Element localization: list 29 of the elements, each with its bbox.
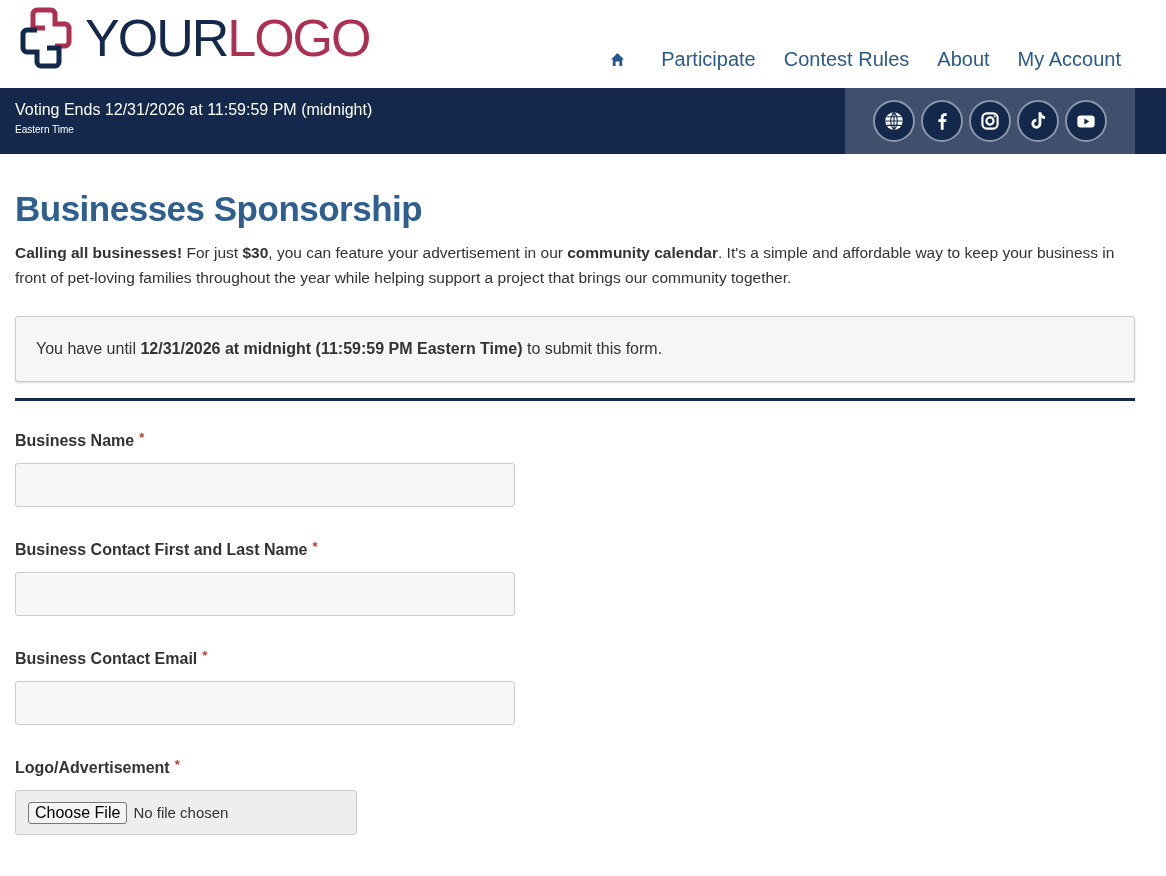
required-mark: * <box>139 431 145 445</box>
facebook-icon[interactable] <box>921 100 963 142</box>
required-mark: * <box>312 540 318 554</box>
file-status: No file chosen <box>133 804 229 821</box>
input-field[interactable] <box>15 681 515 725</box>
page-heading: Businesses Sponsorship <box>15 188 424 230</box>
nav-link[interactable]: About <box>937 46 990 72</box>
field-label: Business Contact First and Last Name <box>15 540 308 560</box>
home-icon[interactable] <box>610 51 626 67</box>
field-label: Business Name <box>15 431 135 451</box>
nav-link[interactable]: Contest Rules <box>783 46 910 72</box>
input-field[interactable] <box>15 572 515 616</box>
choose-file-button[interactable]: Choose File <box>28 801 128 824</box>
tiktok-icon[interactable] <box>1017 100 1059 142</box>
youtube-icon[interactable] <box>1065 100 1107 142</box>
notice-text: You have until 12/31/2026 at midnight (11:59:59 PM Eastern Time) to submit this form. <box>36 340 663 357</box>
intro-paragraph: Calling all businesses! For just $30, you can feature your advertisement in our community calendar. It's a simple and affordable way to keep your business in front of pet-loving families throughout the year while helping support a project that brings our community together. <box>15 243 1116 288</box>
required-mark: * <box>202 649 208 663</box>
timezone-note: Eastern Time <box>15 123 75 137</box>
required-mark: * <box>174 758 180 772</box>
globe-icon[interactable] <box>873 100 915 142</box>
logo[interactable]: YOURLOGO <box>15 6 372 70</box>
nav-link[interactable]: My Account <box>1017 46 1121 72</box>
field-label: Logo/Advertisement <box>15 758 170 778</box>
voting-deadline: Voting Ends 12/31/2026 at 11:59:59 PM (midnight) <box>15 100 373 120</box>
input-field[interactable] <box>15 463 515 507</box>
field-label: Business Contact Email <box>15 649 198 669</box>
nav-link[interactable]: Participate <box>661 46 756 72</box>
instagram-icon[interactable] <box>969 100 1011 142</box>
